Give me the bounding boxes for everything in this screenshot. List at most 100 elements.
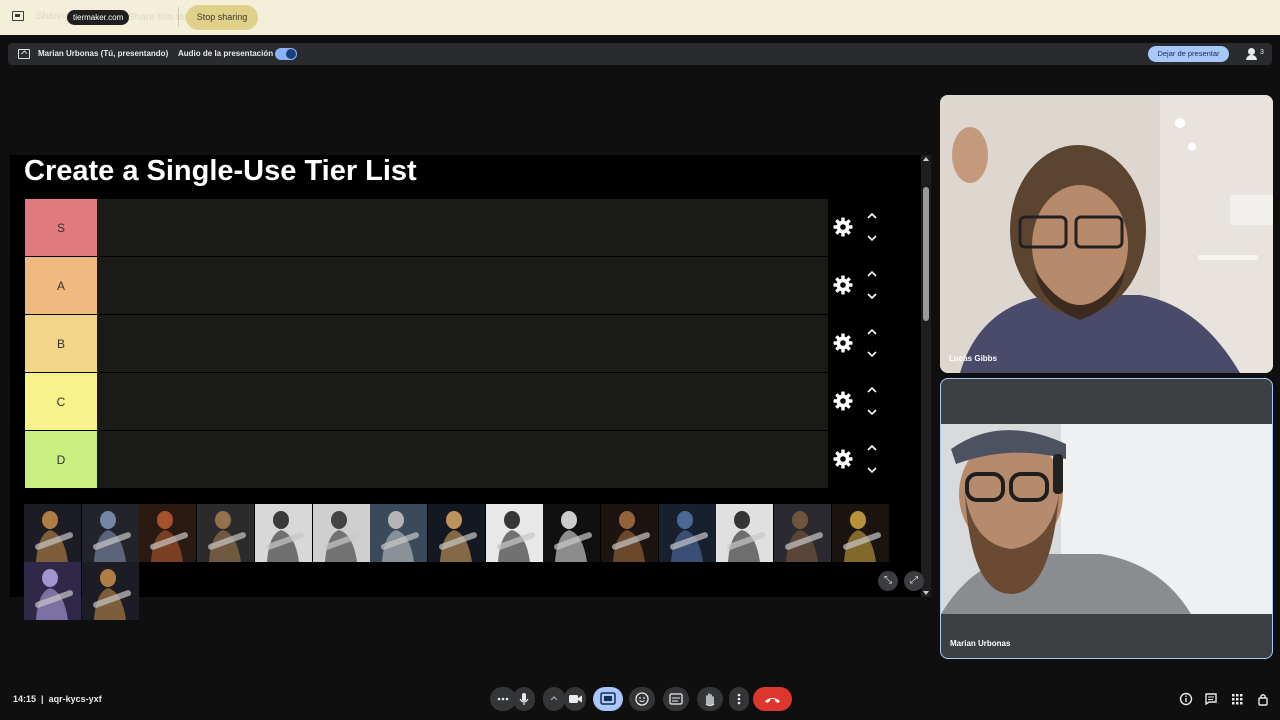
tray-image[interactable]	[716, 504, 774, 562]
captions-button[interactable]	[663, 687, 689, 711]
scroll-down-icon[interactable]	[923, 591, 929, 595]
participants-button[interactable]: 3	[1244, 45, 1268, 63]
tray-image[interactable]	[254, 504, 312, 562]
present-now-button[interactable]	[593, 687, 623, 711]
meeting-controls-bar: 14:15 | aqr-kycs-yxf	[0, 682, 1280, 720]
tier-label[interactable]: D	[25, 431, 97, 488]
participant-name: Lucas Gibbs	[949, 354, 998, 363]
page-title: Create a Single-Use Tier List	[24, 155, 417, 187]
present-icon	[18, 49, 30, 59]
participant-count: 3	[1260, 49, 1264, 56]
chevron-up-icon[interactable]	[867, 385, 877, 395]
tray-image[interactable]	[370, 504, 428, 562]
expand-icon[interactable]: ⤢	[904, 571, 924, 591]
chevron-down-icon[interactable]	[867, 465, 877, 475]
tray-image[interactable]	[543, 504, 601, 562]
tab-share-bar: Sharing this tab to tiermaker.com Share …	[0, 0, 1280, 35]
participant-tile[interactable]: Marian Urbonas	[940, 378, 1273, 659]
guitarist-photo	[554, 511, 593, 562]
tray-image[interactable]	[312, 504, 370, 562]
tier-row[interactable]: A	[25, 257, 828, 314]
share-bar-divider	[178, 7, 179, 27]
shared-screen: Create a Single-Use Tier List SABCD ⤡ ⤢	[10, 155, 931, 620]
tray-image[interactable]	[601, 504, 658, 562]
tray-image[interactable]	[24, 504, 81, 562]
info-icon[interactable]	[1179, 692, 1193, 706]
gear-icon[interactable]	[833, 217, 853, 237]
tier-row-controls	[833, 315, 893, 372]
tray-image[interactable]	[831, 504, 889, 562]
tier-label[interactable]: A	[25, 257, 97, 314]
participant-video	[940, 95, 1273, 373]
tier-label[interactable]: C	[25, 373, 97, 430]
guitarist-photo	[438, 511, 477, 562]
tier-row-controls	[833, 431, 893, 488]
guitarist-photo	[150, 511, 189, 562]
guitarist-photo	[381, 511, 420, 562]
guitarist-photo	[727, 511, 766, 562]
chevron-down-icon[interactable]	[867, 291, 877, 301]
audio-label: Audio de la presentación	[178, 49, 274, 58]
guitarist-photo	[669, 511, 708, 562]
chevron-up-icon[interactable]	[867, 443, 877, 453]
tray-image[interactable]	[427, 504, 485, 562]
page-scrollbar[interactable]	[921, 155, 931, 597]
raise-hand-button[interactable]	[697, 687, 723, 711]
chevron-down-icon[interactable]	[867, 407, 877, 417]
tray-image[interactable]	[658, 504, 716, 562]
tier-label[interactable]: B	[25, 315, 97, 372]
tray-image[interactable]	[774, 504, 832, 562]
chevron-down-icon[interactable]	[867, 233, 877, 243]
stop-presenting-button[interactable]: Dejar de presentar	[1148, 46, 1229, 62]
participant-tile[interactable]: Lucas Gibbs	[940, 95, 1273, 373]
reactions-button[interactable]	[629, 687, 655, 711]
more-vertical-icon	[737, 693, 741, 705]
chevron-up-icon[interactable]	[867, 211, 877, 221]
gear-icon[interactable]	[833, 275, 853, 295]
tier-row-controls	[833, 373, 893, 430]
tray-image[interactable]	[81, 504, 139, 562]
guitarist-photo	[92, 511, 131, 562]
tier-label[interactable]: S	[25, 199, 97, 256]
tier-row[interactable]: D	[25, 431, 828, 488]
chevron-down-icon[interactable]	[867, 349, 877, 359]
leave-call-button[interactable]	[753, 687, 792, 711]
gear-icon[interactable]	[833, 391, 853, 411]
pointer-icon[interactable]: ⤡	[878, 571, 898, 591]
microphone-icon	[519, 693, 529, 705]
tray-image[interactable]	[24, 562, 81, 620]
present-screen-icon	[600, 692, 616, 705]
camera-icon	[569, 695, 582, 703]
guitarist-photo	[612, 511, 650, 562]
tray-image[interactable]	[197, 504, 255, 562]
guitarist-photo	[208, 511, 247, 562]
host-controls-icon[interactable]	[1256, 692, 1270, 706]
tier-row[interactable]: S	[25, 199, 828, 256]
chevron-up-icon[interactable]	[867, 269, 877, 279]
tray-image[interactable]	[81, 562, 139, 620]
chat-icon[interactable]	[1204, 692, 1218, 706]
microphone-button[interactable]	[513, 687, 535, 711]
audio-options-button[interactable]	[543, 687, 565, 711]
image-tray	[24, 504, 894, 620]
gear-icon[interactable]	[833, 333, 853, 353]
chevron-up-icon	[550, 696, 558, 701]
scroll-up-icon[interactable]	[923, 157, 929, 161]
tier-row-controls	[833, 199, 893, 256]
more-options-button[interactable]	[729, 687, 749, 711]
presenter-label: Marian Urbonas (Tú, presentando)	[38, 49, 169, 58]
camera-button[interactable]	[564, 687, 586, 711]
tray-image[interactable]	[485, 504, 543, 562]
stop-sharing-button[interactable]: Stop sharing	[186, 5, 258, 30]
scroll-thumb[interactable]	[923, 187, 929, 321]
chevron-up-icon[interactable]	[867, 327, 877, 337]
tier-row[interactable]: B	[25, 315, 828, 372]
audio-toggle[interactable]	[275, 48, 297, 60]
shared-site-pill: tiermaker.com	[67, 10, 130, 25]
meeting-time: 14:15 | aqr-kycs-yxf	[13, 694, 102, 704]
tier-row[interactable]: C	[25, 373, 828, 430]
activities-icon[interactable]	[1230, 692, 1244, 706]
participant-video	[941, 424, 1272, 614]
gear-icon[interactable]	[833, 449, 853, 469]
tray-image[interactable]	[139, 504, 197, 562]
